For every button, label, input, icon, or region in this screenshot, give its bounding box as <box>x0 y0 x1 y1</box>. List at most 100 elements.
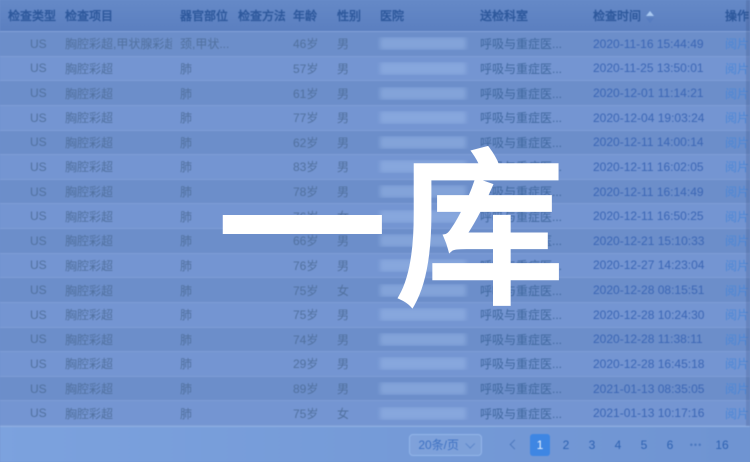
page-button-4[interactable]: 4 <box>608 434 628 456</box>
hospital-redacted-blur <box>380 62 466 75</box>
page-number-list: 123456 ••• 16 <box>530 434 732 456</box>
table-row: US胸腔彩超肺89岁男呼吸与重症医...2021-01-13 08:35:05阅… <box>0 377 750 402</box>
cell-age: 62岁 <box>285 134 329 151</box>
column-header-label: 器官部位 <box>180 9 228 23</box>
table-row: US胸腔彩超肺78岁男呼吸与重症医...2020-12-11 16:14:49阅… <box>0 180 750 205</box>
cell-hospital <box>372 210 472 223</box>
cell-time: 2020-12-28 08:15:51 <box>585 283 717 297</box>
cell-type: US <box>0 185 57 199</box>
page-button-2[interactable]: 2 <box>556 434 576 456</box>
cell-age: 83岁 <box>285 158 329 175</box>
caret-up-icon <box>646 11 654 16</box>
column-header-part: 器官部位 <box>172 7 230 24</box>
column-header-label: 检查类型 <box>8 9 56 23</box>
cell-part: 肺 <box>172 109 230 126</box>
table-row: US胸腔彩超肺29岁男呼吸与重症医...2020-12-28 16:45:18阅… <box>0 352 750 377</box>
cell-part: 肺 <box>172 355 230 372</box>
cell-hospital <box>372 284 472 297</box>
cell-hospital <box>372 234 472 247</box>
cell-time: 2020-12-27 14:23:04 <box>585 258 717 272</box>
hospital-redacted-blur <box>380 357 466 370</box>
cell-dept: 呼吸与重症医... <box>472 355 585 372</box>
cell-gender: 男 <box>329 134 372 151</box>
cell-part: 肺 <box>172 331 230 348</box>
cell-gender: 男 <box>329 60 372 77</box>
table-row: US胸腔彩超,甲状腺彩超颈,甲状...46岁男呼吸与重症医...2020-11-… <box>0 32 750 57</box>
table-row: US胸腔彩超肺61岁男呼吸与重症医...2020-12-01 11:14:21阅… <box>0 81 750 106</box>
cell-part: 肺 <box>172 183 230 200</box>
cell-time: 2020-12-04 19:03:24 <box>585 111 717 125</box>
exam-table: 检查类型检查项目器官部位检查方法年龄性别医院送检科室检查时间操作 US胸腔彩超,… <box>0 0 750 426</box>
cell-hospital <box>372 333 472 346</box>
page-button-1[interactable]: 1 <box>530 434 550 456</box>
cell-age: 77岁 <box>285 109 329 126</box>
table-row: US胸腔彩超肺74岁男呼吸与重症医...2020-12-28 11:38:11阅… <box>0 328 750 353</box>
prev-page-button[interactable] <box>504 434 524 456</box>
cell-dept: 呼吸与重症医... <box>472 380 585 397</box>
column-header-label: 医院 <box>380 9 404 23</box>
cell-time: 2020-12-11 16:14:49 <box>585 185 717 199</box>
page-size-label: 20条/页 <box>418 436 459 453</box>
cell-age: 66岁 <box>285 232 329 249</box>
cell-dept: 呼吸与重症医... <box>472 306 585 323</box>
cell-type: US <box>0 406 57 420</box>
column-header-type: 检查类型 <box>0 7 57 24</box>
table-row: US胸腔彩超肺75岁男呼吸与重症医...2020-12-28 10:24:30阅… <box>0 303 750 328</box>
cell-dept: 呼吸与重症医... <box>472 282 585 299</box>
scrollbar-track[interactable] <box>746 0 750 426</box>
column-header-label: 检查方法 <box>238 9 285 23</box>
cell-age: 78岁 <box>285 183 329 200</box>
table-row: US胸腔彩超肺76岁男呼吸与重症医...2020-12-27 14:23:04阅… <box>0 254 750 279</box>
cell-hospital <box>372 62 472 75</box>
hospital-redacted-blur <box>380 259 466 272</box>
column-header-label: 性别 <box>337 9 361 23</box>
hospital-redacted-blur <box>380 284 466 297</box>
cell-hospital <box>372 160 472 173</box>
page-button-3[interactable]: 3 <box>582 434 602 456</box>
cell-time: 2021-01-13 08:35:05 <box>585 382 717 396</box>
cell-hospital <box>372 308 472 321</box>
cell-hospital <box>372 111 472 124</box>
cell-part: 肺 <box>172 158 230 175</box>
cell-item: 胸腔彩超 <box>57 183 172 200</box>
page-button-5[interactable]: 5 <box>634 434 654 456</box>
cell-time: 2020-12-01 11:14:21 <box>585 86 717 100</box>
hospital-redacted-blur <box>380 136 466 149</box>
cell-type: US <box>0 283 57 297</box>
cell-gender: 男 <box>329 158 372 175</box>
cell-age: 61岁 <box>285 85 329 102</box>
cell-part: 肺 <box>172 60 230 77</box>
cell-age: 89岁 <box>285 380 329 397</box>
cell-gender: 男 <box>329 331 372 348</box>
cell-dept: 呼吸与重症医... <box>472 109 585 126</box>
page-size-select[interactable]: 20条/页 <box>409 434 482 456</box>
cell-item: 胸腔彩超 <box>57 232 172 249</box>
cell-dept: 呼吸与重症医... <box>472 405 585 422</box>
cell-hospital <box>372 259 472 272</box>
cell-hospital <box>372 382 472 395</box>
cell-item: 胸腔彩超 <box>57 331 172 348</box>
cell-item: 胸腔彩超 <box>57 60 172 77</box>
cell-dept: 呼吸与重症医... <box>472 257 585 274</box>
cell-time: 2020-12-11 16:50:25 <box>585 209 717 223</box>
cell-item: 胸腔彩超 <box>57 208 172 225</box>
cell-hospital <box>372 407 472 420</box>
table-row: US胸腔彩超肺75岁女呼吸与重症医...2021-01-13 10:17:16阅… <box>0 401 750 426</box>
pagination-bar: 20条/页 123456 ••• 16 <box>0 426 750 462</box>
cell-time: 2020-11-16 15:44:49 <box>585 37 717 51</box>
column-header-hospital: 医院 <box>372 7 472 24</box>
cell-gender: 女 <box>329 282 372 299</box>
page-button-16[interactable]: 16 <box>712 434 732 456</box>
cell-age: 29岁 <box>285 355 329 372</box>
jump-pages-ellipsis[interactable]: ••• <box>686 434 706 456</box>
cell-gender: 男 <box>329 183 372 200</box>
page-button-6[interactable]: 6 <box>660 434 680 456</box>
sort-carets-icon[interactable] <box>646 11 654 23</box>
column-header-time[interactable]: 检查时间 <box>585 7 717 24</box>
cell-type: US <box>0 332 57 346</box>
column-header-age: 年龄 <box>285 7 329 24</box>
column-header-label: 年龄 <box>293 9 317 23</box>
column-header-label: 送检科室 <box>480 9 528 23</box>
table-row: US胸腔彩超肺76岁女呼吸与重症医...2020-12-11 16:50:25阅… <box>0 204 750 229</box>
cell-dept: 呼吸与重症医... <box>472 331 585 348</box>
